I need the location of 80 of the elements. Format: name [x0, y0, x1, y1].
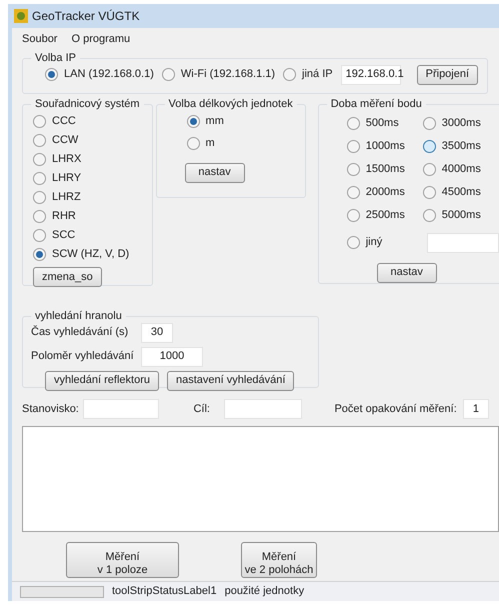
output-area[interactable] — [22, 426, 499, 532]
radio-label: 4500ms — [442, 185, 481, 200]
push-button[interactable]: Připojení — [416, 64, 478, 84]
radio-label: 2500ms — [366, 208, 405, 224]
status-label: toolStripStatusLabel1 — [112, 584, 217, 600]
radio-button[interactable] — [422, 163, 436, 176]
app-logo-icon — [14, 9, 28, 23]
radio-label: 4000ms — [442, 162, 481, 178]
radio-button[interactable] — [162, 68, 175, 81]
radio-label: Wi-Fi (192.168.1.1) — [180, 67, 276, 82]
radio-button[interactable] — [45, 68, 58, 81]
radio-button[interactable] — [346, 140, 360, 153]
radio-label: 1500ms — [366, 162, 405, 178]
push-button[interactable]: vyhledání reflektoru — [45, 370, 159, 390]
input-field[interactable]: 192.168.0.1 — [340, 64, 401, 84]
input-field[interactable]: 1000 — [141, 346, 203, 366]
radio-button[interactable] — [422, 209, 436, 222]
radio-label: SCC — [52, 228, 76, 244]
radio-label: 3000ms — [442, 116, 481, 132]
radio-button[interactable] — [186, 137, 200, 150]
menu-item[interactable]: Soubor — [22, 30, 58, 48]
field-label: Počet opakování měření: — [334, 402, 457, 417]
group-title: vyhledání hranolu — [34, 309, 123, 324]
radio-button[interactable] — [33, 210, 46, 223]
radio-button[interactable] — [33, 191, 46, 204]
radio-label: 5000ms — [442, 208, 481, 224]
radio-button[interactable] — [283, 68, 296, 81]
radio-label: LAN (192.168.0.1) — [64, 67, 154, 82]
measure-button[interactable]: Měření v 1 poloze — [66, 542, 179, 578]
radio-button[interactable] — [346, 236, 360, 249]
radio-label: jiná IP — [302, 67, 333, 82]
input-field[interactable] — [82, 399, 160, 419]
radio-label: 3500ms — [442, 139, 481, 154]
input-field[interactable]: 30 — [141, 322, 173, 342]
radio-label: 500ms — [366, 116, 399, 132]
push-button[interactable]: nastavení vyhledávání — [167, 370, 294, 390]
radio-button[interactable] — [422, 186, 436, 199]
radio-button[interactable] — [33, 134, 46, 147]
status-label: použité jednotky — [224, 584, 304, 600]
radio-label: CCC — [52, 114, 76, 130]
radio-label: CCW — [52, 133, 78, 148]
radio-button[interactable] — [33, 115, 46, 128]
field-label: Stanovisko: — [22, 402, 79, 417]
field-label: Čas vyhledávání (s) — [31, 324, 130, 340]
radio-label: m — [206, 136, 215, 152]
radio-label: LHRX — [52, 152, 82, 168]
radio-button[interactable] — [186, 115, 200, 128]
radio-label: 1000ms — [366, 139, 405, 154]
input-field[interactable] — [224, 399, 302, 419]
radio-button[interactable] — [33, 229, 46, 242]
radio-button[interactable] — [346, 117, 360, 130]
radio-label: SCW (HZ, V, D) — [52, 247, 130, 262]
radio-button[interactable] — [33, 248, 46, 261]
radio-label: LHRZ — [52, 190, 81, 206]
radio-button[interactable] — [346, 163, 360, 176]
input-field[interactable]: 1 — [462, 399, 489, 419]
measure-button[interactable]: Měření ve 2 polohách — [241, 542, 317, 578]
radio-label: RHR — [52, 209, 76, 224]
radio-button[interactable] — [33, 172, 46, 185]
radio-label: jiný — [366, 235, 382, 250]
radio-label: LHRY — [52, 171, 82, 186]
radio-button[interactable] — [346, 186, 360, 199]
push-button[interactable]: nastav — [184, 162, 245, 182]
push-button[interactable]: nastav — [376, 262, 437, 282]
group-title: Doba měření bodu — [330, 97, 423, 112]
push-button[interactable]: zmena_so — [33, 266, 102, 287]
radio-button[interactable] — [33, 153, 46, 166]
window-title: GeoTracker VÚGTK — [32, 8, 140, 25]
radio-button[interactable] — [422, 117, 436, 130]
input-field[interactable] — [426, 232, 499, 252]
group-title: Souřadnicový systém — [34, 97, 141, 112]
group-title: Volba délkových jednotek — [168, 97, 294, 112]
radio-label: mm — [206, 114, 224, 130]
menu-item[interactable]: O programu — [71, 30, 130, 48]
field-label: Poloměr vyhledávání — [31, 349, 133, 364]
radio-button[interactable] — [346, 209, 360, 222]
group-title: Volba IP — [34, 51, 77, 66]
radio-button[interactable] — [422, 140, 436, 153]
field-label: Cíl: — [193, 402, 210, 417]
radio-label: 2000ms — [366, 185, 405, 200]
